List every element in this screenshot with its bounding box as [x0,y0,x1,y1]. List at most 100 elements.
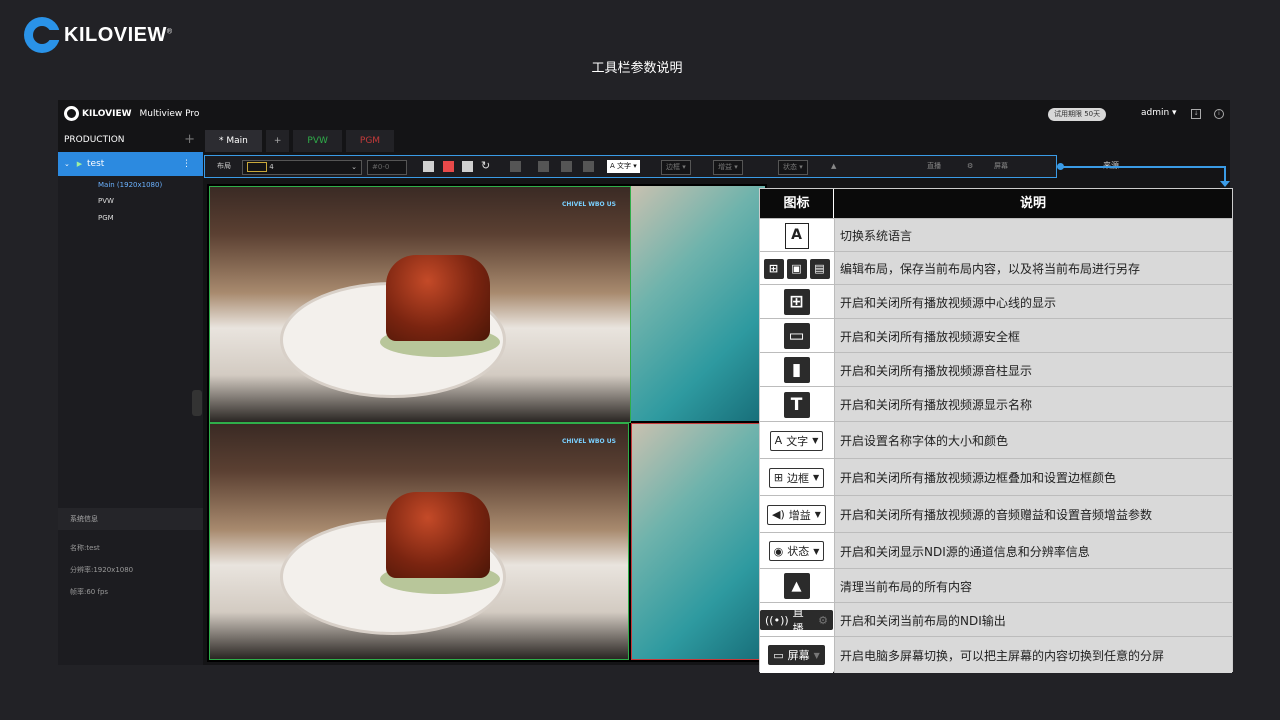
chevron-down-icon: ▼ [813,473,820,482]
app-topbar: KILOVIEW Multiview Pro 试用期限 50天 admin ▾ … [58,100,1230,128]
refresh-icon[interactable]: ↻ [481,159,490,172]
gain-dropdown[interactable]: 增益 ▾ [713,160,743,175]
broadcast-icon: ((•)) [765,613,789,627]
save-as-icon[interactable] [462,161,473,172]
legend-header-desc: 说明 [834,189,1232,218]
chevron-down-icon: ⌄ [351,163,357,171]
live-button: ((•)) 直播 ⚙ [760,606,833,635]
tab-main[interactable]: * Main [205,130,262,152]
sidebar-item-main[interactable]: Main (1920x1080) [98,181,162,189]
title-text-icon[interactable] [583,161,594,172]
save-icon[interactable] [443,161,454,172]
legend-desc: 开启和关闭所有播放视频源安全框 [834,319,1232,353]
trial-badge: 试用期限 50天 [1048,108,1107,121]
legend-desc: 开启和关闭当前布局的NDI输出 [834,603,1232,637]
live-button[interactable]: 直播 [927,160,941,173]
legend-row: ⊞ 开启和关闭所有播放视频源中心线的显示 [760,284,1232,319]
sidebar: PRODUCTION + ⌄ ▶ test ⋮ Main (1920x1080)… [58,128,203,665]
page-title: 工具栏参数说明 [591,61,683,76]
collapse-handle[interactable] [192,390,202,416]
legend-row: ⊞ 边框 ▼ 开启和关闭所有播放视频源边框叠加和设置边框颜色 [760,458,1232,496]
chevron-down-icon: ▼ [813,650,820,660]
legend-row: A 文字 ▼ 开启设置名称字体的大小和颜色 [760,421,1232,459]
sys-info-resolution: 分辨率:1920x1080 [70,566,134,574]
chevron-down-icon: ▼ [813,546,820,556]
app-logo: KILOVIEW Multiview Pro [64,106,199,121]
app-logo-icon [64,106,79,121]
legend-desc: 开启和关闭所有播放视频源显示名称 [834,387,1232,422]
reference-line [1060,166,1226,168]
broom-icon[interactable]: ▲ [831,160,836,173]
toolbar: 布局 4 ⌄ #0-0 ↻ A 文字 ▾ 边框 ▾ 增益 ▾ 状态 ▾ ▲ 直播… [204,155,1057,178]
center-line-icon[interactable] [510,161,521,172]
text-dropdown[interactable]: A 文字 ▾ [607,160,640,173]
layout-value: 4 [269,163,274,171]
user-menu[interactable]: admin ▾ [1141,108,1177,118]
reference-dot [1057,163,1064,170]
save-icon: ▣ [786,258,807,279]
more-menu-icon[interactable]: ⋮ [182,152,191,176]
sidebar-item-pgm[interactable]: PGM [98,214,114,222]
system-info-title: 系统信息 [58,508,203,530]
font-icon: A [774,434,783,447]
video-grid: CHIVEL WBO US CHIVEL WBO US [207,184,767,662]
legend-desc: 清理当前布局的所有内容 [834,569,1232,603]
screen-button: ▭ 屏幕 ▼ [768,645,825,665]
sidebar-item-label: test [87,159,105,169]
sidebar-item-pvw[interactable]: PVW [98,197,114,205]
registered-mark: ® [166,27,173,35]
safe-frame-icon[interactable] [538,161,549,172]
legend-desc: 开启和关闭所有播放视频源音柱显示 [834,353,1232,387]
edit-layout-icon[interactable] [423,161,434,172]
audio-meter-icon: ▮ [783,357,810,383]
legend-row: ((•)) 直播 ⚙ 开启和关闭当前布局的NDI输出 [760,602,1232,637]
legend-desc: 开启电脑多屏幕切换，可以把主屏幕的内容切换到任意的分屏 [834,637,1232,673]
arrow-down-icon [1220,181,1230,187]
gear-icon[interactable]: ⚙ [967,160,973,173]
add-tab-button[interactable]: + [265,130,290,152]
title-text-icon: T [783,391,810,418]
legend-desc: 切换系统语言 [834,219,1232,252]
tab-pgm[interactable]: PGM [345,130,395,152]
status-dropdown: ◉ 状态 ▼ [768,541,825,561]
speaker-icon: ◀) [772,508,785,521]
legend-row: ▭ 屏幕 ▼ 开启电脑多屏幕切换，可以把主屏幕的内容切换到任意的分屏 [760,636,1232,673]
download-icon[interactable]: ↓ [1191,109,1201,119]
monitor-icon: ▭ [773,648,784,662]
legend-row: A 切换系统语言 [760,218,1232,252]
sidebar-item-test[interactable]: ⌄ ▶ test ⋮ [58,152,203,176]
video-cell-2[interactable] [631,186,765,421]
brand-logo-icon [24,17,62,53]
info-icon[interactable]: i [1214,109,1224,119]
layout-grid-icon [247,162,267,172]
app-brand: KILOVIEW [82,108,132,119]
brand-logo: KILOVIEW® [24,17,173,53]
legend-row: ◉ 状态 ▼ 开启和关闭显示NDI源的通道信息和分辨率信息 [760,532,1232,569]
video-watermark: CHIVEL WBO US [562,438,616,445]
brand-name: KILOVIEW [64,23,167,46]
legend-row: T 开启和关闭所有播放视频源显示名称 [760,386,1232,422]
layout-select[interactable]: 4 ⌄ [242,160,362,175]
status-dropdown[interactable]: 状态 ▾ [778,160,808,175]
center-line-icon: ⊞ [783,289,810,315]
sys-info-name: 名称:test [70,544,100,552]
legend-row: ▮ 开启和关闭所有播放视频源音柱显示 [760,352,1232,387]
video-cell-4[interactable] [631,423,767,660]
tab-pvw[interactable]: PVW [293,130,342,152]
video-watermark: CHIVEL WBO US [562,201,616,208]
meat-image [386,255,490,341]
layout-label: 布局 [217,162,231,170]
source-select[interactable]: #0-0 [367,160,407,175]
tab-bar: * Main + PVW PGM [205,130,398,152]
border-dropdown[interactable]: 边框 ▾ [661,160,691,175]
broom-icon: ▲ [783,573,810,599]
border-dropdown: ⊞ 边框 ▼ [768,467,825,488]
video-cell-3[interactable]: CHIVEL WBO US [209,423,629,660]
sidebar-header: PRODUCTION [58,128,203,152]
add-production-button[interactable]: + [184,128,195,152]
video-cell-1[interactable]: CHIVEL WBO US [209,186,631,423]
legend-row: ▲ 清理当前布局的所有内容 [760,568,1232,603]
border-icon: ⊞ [773,471,784,484]
audio-meter-icon[interactable] [561,161,572,172]
screen-button[interactable]: 屏幕 [994,160,1008,173]
